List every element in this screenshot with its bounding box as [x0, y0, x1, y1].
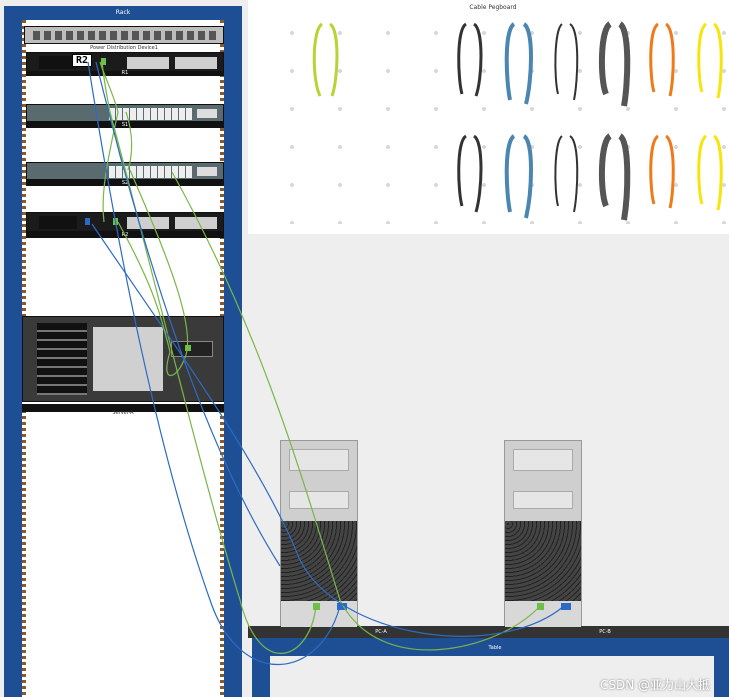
watermark: CSDN @亚力山大抵	[600, 678, 711, 692]
cable-s1-s2-green[interactable]	[125, 111, 133, 171]
cable-s2-pcb-green[interactable]	[171, 171, 541, 651]
cable-s1-pca-green[interactable]	[109, 111, 317, 654]
cable-r2-pcb-blue[interactable]	[91, 223, 565, 637]
cable-r1-pca-serial-blue[interactable]	[95, 61, 281, 567]
connected-cables	[87, 61, 565, 666]
cable-r1-pca-blue[interactable]	[87, 61, 341, 666]
